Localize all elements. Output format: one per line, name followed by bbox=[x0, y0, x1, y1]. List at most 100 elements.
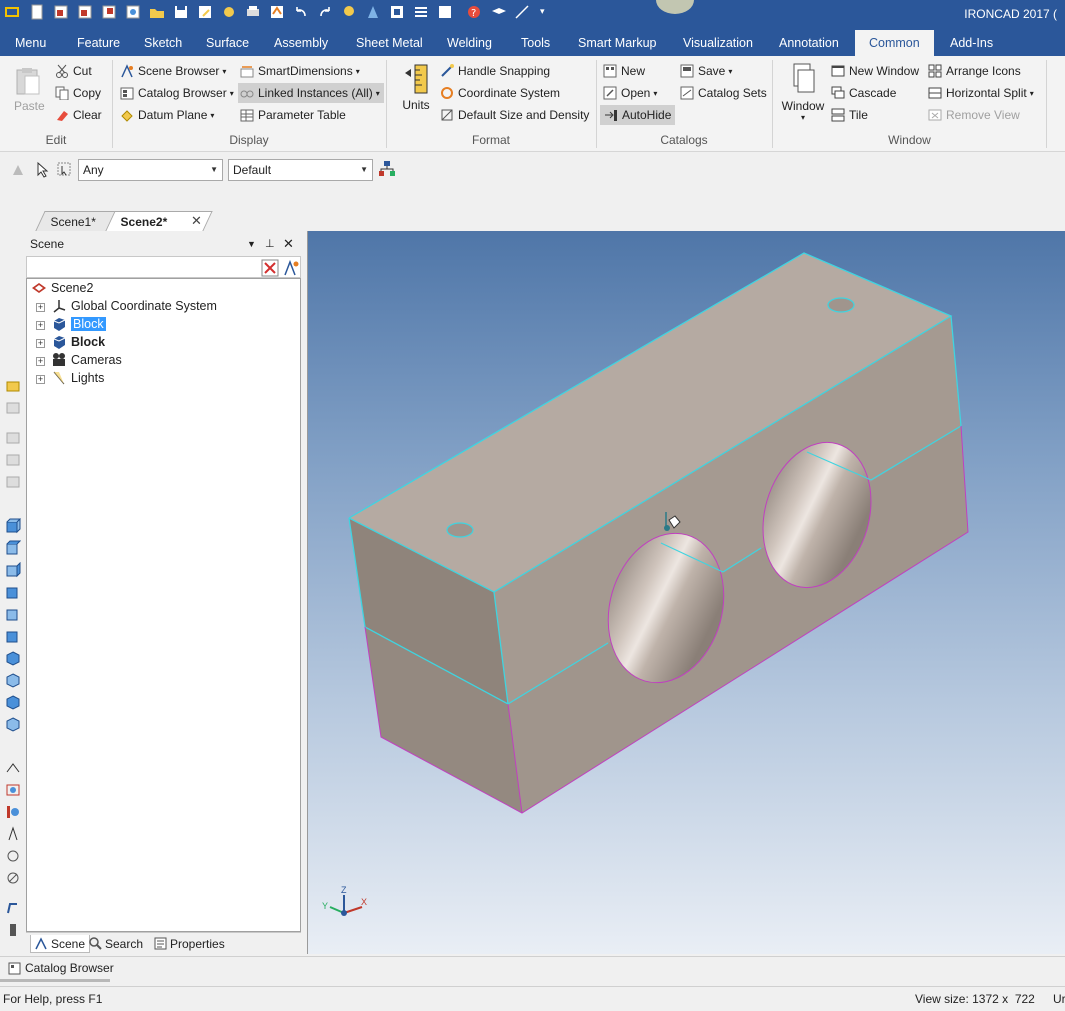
cascade-button[interactable]: Cascade bbox=[831, 83, 896, 103]
orbit-icon[interactable] bbox=[5, 804, 21, 820]
app-logo-icon[interactable] bbox=[4, 4, 20, 20]
tab-feature[interactable]: Feature bbox=[71, 30, 126, 56]
close-tab-icon[interactable]: ✕ bbox=[191, 213, 202, 229]
training-icon[interactable] bbox=[491, 4, 507, 20]
tree-item-scene2[interactable]: Scene2 bbox=[31, 279, 93, 297]
ghost-part-icon[interactable] bbox=[5, 400, 21, 416]
expand-icon[interactable]: + bbox=[36, 339, 45, 348]
clear-button[interactable]: Clear bbox=[55, 105, 102, 125]
tree-item-block-selected[interactable]: Block bbox=[51, 315, 106, 333]
catalog-open-button[interactable]: Open ▾ bbox=[603, 83, 657, 103]
select-parts-icon[interactable] bbox=[10, 161, 28, 179]
selection-mode-combo[interactable]: Default ▼ bbox=[228, 159, 373, 181]
tab-tools[interactable]: Tools bbox=[515, 30, 556, 56]
tab-sheet-metal[interactable]: Sheet Metal bbox=[350, 30, 429, 56]
print-icon[interactable] bbox=[245, 4, 261, 20]
qat-customize-icon[interactable]: ▾ bbox=[540, 6, 545, 17]
save-icon[interactable] bbox=[173, 4, 189, 20]
catalog-browser-bar[interactable]: Catalog Browser bbox=[0, 956, 1065, 982]
expand-icon[interactable]: + bbox=[36, 375, 45, 384]
more-tools-icon[interactable] bbox=[5, 922, 21, 938]
catalog-sets-button[interactable]: Catalog Sets bbox=[680, 83, 767, 103]
view-back-icon[interactable] bbox=[5, 540, 21, 556]
parameter-table-button[interactable]: Parameter Table bbox=[240, 105, 346, 125]
view-front-icon[interactable] bbox=[5, 518, 21, 534]
pointer-box-icon[interactable] bbox=[57, 161, 73, 179]
remove-view-button[interactable]: Remove View bbox=[928, 105, 1020, 125]
new-part-icon[interactable] bbox=[53, 4, 69, 20]
window-button[interactable]: Window ▾ bbox=[780, 62, 826, 130]
expand-icon[interactable]: + bbox=[36, 321, 45, 330]
properties-icon[interactable] bbox=[221, 4, 237, 20]
redo-icon[interactable] bbox=[317, 4, 333, 20]
view-trimetric-icon[interactable] bbox=[5, 694, 21, 710]
smart-dimensions-button[interactable]: SmartDimensions ▾ bbox=[240, 61, 360, 81]
walk-icon[interactable] bbox=[5, 900, 21, 916]
view-top-icon[interactable] bbox=[5, 606, 21, 622]
tile-button[interactable]: Tile bbox=[831, 105, 868, 125]
zoom-icon[interactable] bbox=[5, 870, 21, 886]
catalog-new-button[interactable]: New bbox=[603, 61, 645, 81]
new-drawing-icon[interactable] bbox=[101, 4, 117, 20]
tab-visualization[interactable]: Visualization bbox=[677, 30, 759, 56]
ghost-part-icon[interactable] bbox=[5, 474, 21, 490]
scene-browser-button[interactable]: Scene Browser ▾ bbox=[120, 61, 226, 81]
close-panel-icon[interactable]: ✕ bbox=[283, 234, 294, 254]
save-as-icon[interactable] bbox=[197, 4, 213, 20]
view-iso-icon[interactable] bbox=[5, 650, 21, 666]
tab-welding[interactable]: Welding bbox=[441, 30, 498, 56]
scene-tool-icon[interactable] bbox=[5, 378, 21, 394]
new-assembly-icon[interactable] bbox=[77, 4, 93, 20]
rotate-icon[interactable] bbox=[5, 848, 21, 864]
paste-button[interactable] bbox=[13, 66, 45, 96]
expand-icon[interactable]: + bbox=[36, 357, 45, 366]
tab-menu[interactable]: Menu bbox=[9, 30, 52, 56]
tab-annotation[interactable]: Annotation bbox=[773, 30, 845, 56]
tree-item-lights[interactable]: Lights bbox=[51, 369, 104, 387]
linked-instances-button[interactable]: Linked Instances (All) ▾ bbox=[238, 83, 384, 103]
part-model-render[interactable] bbox=[308, 231, 1065, 954]
bottom-tab-scene[interactable]: Scene bbox=[30, 935, 91, 953]
scene-filter-input[interactable] bbox=[26, 256, 301, 278]
bottom-tab-properties[interactable]: Properties bbox=[154, 935, 225, 953]
arrange-icons-button[interactable]: Arrange Icons bbox=[928, 61, 1021, 81]
new-window-button[interactable]: New Window bbox=[831, 61, 919, 81]
new-file-icon[interactable] bbox=[29, 4, 45, 20]
tab-sketch[interactable]: Sketch bbox=[138, 30, 188, 56]
handle-snapping-button[interactable]: Handle Snapping bbox=[440, 61, 550, 81]
view-right-icon[interactable] bbox=[5, 584, 21, 600]
catalog-icon[interactable] bbox=[389, 4, 405, 20]
tab-common[interactable]: Common bbox=[855, 30, 934, 56]
selection-filter-combo[interactable]: Any ▼ bbox=[78, 159, 223, 181]
bottom-tab-search[interactable]: Search bbox=[89, 935, 143, 953]
measure-tool-icon[interactable] bbox=[5, 760, 21, 776]
view-normal-icon[interactable] bbox=[5, 716, 21, 732]
tree-item-global-coordinate-system[interactable]: Global Coordinate System bbox=[51, 297, 217, 315]
catalog-save-button[interactable]: Save ▾ bbox=[680, 61, 732, 81]
tab-assembly[interactable]: Assembly bbox=[268, 30, 334, 56]
panel-menu-icon[interactable]: ▼ bbox=[247, 234, 256, 254]
coordinate-system-button[interactable]: Coordinate System bbox=[440, 83, 560, 103]
ghost-part-icon[interactable] bbox=[5, 430, 21, 446]
pin-icon[interactable]: ⊥ bbox=[265, 234, 275, 254]
datum-plane-button[interactable]: Datum Plane ▾ bbox=[120, 105, 214, 125]
new-sheet-icon[interactable] bbox=[125, 4, 141, 20]
list-view-icon[interactable] bbox=[413, 4, 429, 20]
copy-button[interactable]: Copy bbox=[55, 83, 101, 103]
units-button[interactable]: Units bbox=[400, 63, 432, 113]
pan-icon[interactable] bbox=[5, 826, 21, 842]
measure-icon[interactable] bbox=[514, 4, 530, 20]
window-layout-icon[interactable] bbox=[437, 4, 453, 20]
undo-icon[interactable] bbox=[293, 4, 309, 20]
look-at-icon[interactable] bbox=[5, 782, 21, 798]
tree-item-block[interactable]: Block bbox=[51, 333, 105, 351]
autohide-button[interactable]: AutoHide bbox=[600, 105, 676, 125]
tab-add-ins[interactable]: Add-Ins bbox=[944, 30, 999, 56]
tree-item-cameras[interactable]: Cameras bbox=[51, 351, 122, 369]
catalog-browser-button[interactable]: Catalog Browser ▾ bbox=[120, 83, 234, 103]
scene-options-icon[interactable] bbox=[282, 259, 300, 277]
clear-filter-icon[interactable] bbox=[261, 259, 279, 277]
export-icon[interactable] bbox=[269, 4, 285, 20]
view-dimetric-icon[interactable] bbox=[5, 672, 21, 688]
tab-surface[interactable]: Surface bbox=[200, 30, 255, 56]
